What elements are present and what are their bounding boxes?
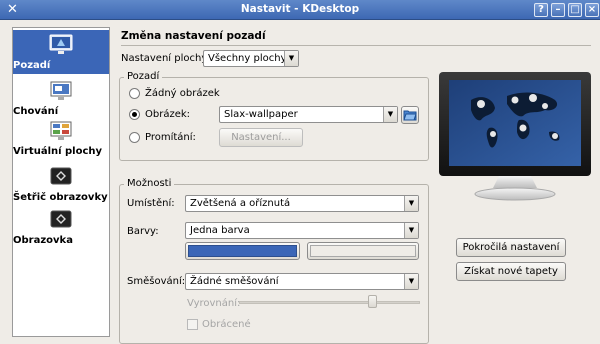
page-title: Změna nastavení pozadí: [121, 30, 266, 42]
image-value: Slax-wallpaper: [224, 109, 298, 120]
position-label: Umístění:: [127, 198, 175, 209]
colors-label: Barvy:: [127, 226, 159, 237]
balance-label: Vyrovnání:: [187, 298, 241, 309]
background-group-title: Pozadí: [124, 71, 163, 82]
blending-value: Žádné směšování: [190, 276, 279, 287]
help-button[interactable]: ?: [534, 3, 548, 17]
colors-select[interactable]: Jedna barva ▼: [185, 222, 419, 239]
sidebar-item-label: Virtuální plochy: [13, 146, 103, 157]
slideshow-label: Promítání:: [145, 132, 196, 143]
advanced-settings-button[interactable]: Pokročilá nastavení: [456, 238, 566, 257]
sidebar-item-pozadi[interactable]: Pozadí: [13, 30, 109, 74]
window-title: Nastavit - KDesktop: [240, 3, 360, 15]
desktop-behavior-icon: [49, 80, 73, 104]
color-2-button[interactable]: [307, 242, 419, 260]
sidebar-item-chovani[interactable]: Chování: [13, 80, 109, 120]
desktop-setting-value: Všechny plochy: [208, 53, 287, 64]
sidebar-item-label: Obrazovka: [13, 235, 73, 246]
balance-slider-handle[interactable]: [368, 295, 377, 308]
no-image-label: Žádný obrázek: [145, 88, 220, 99]
virtual-desktops-icon: [49, 120, 73, 144]
blending-select[interactable]: Žádné směšování ▼: [185, 273, 419, 290]
desktop-setting-select[interactable]: Všechny plochy ▼: [203, 50, 299, 67]
chevron-down-icon: ▼: [383, 107, 397, 122]
desktop-setting-label: Nastavení plochy:: [121, 53, 210, 64]
header-divider: [121, 45, 591, 46]
screensaver-icon: [49, 166, 73, 190]
sidebar-item-virtualni-plochy[interactable]: Virtuální plochy: [13, 120, 109, 160]
no-image-radio[interactable]: [129, 88, 140, 99]
reverse-checkbox[interactable]: [187, 319, 198, 330]
folder-open-icon: [403, 110, 417, 121]
position-value: Zvětšená a oříznutá: [190, 198, 291, 209]
sidebar-item-label: Chování: [13, 106, 59, 117]
image-label: Obrázek:: [145, 109, 191, 120]
sidebar-item-setric-obrazovky[interactable]: Šetřič obrazovky: [13, 166, 109, 206]
colors-value: Jedna barva: [190, 225, 250, 236]
sidebar-item-label: Šetřič obrazovky: [13, 192, 108, 203]
maximize-button[interactable]: □: [568, 3, 582, 17]
minimize-button[interactable]: –: [551, 3, 565, 17]
close-button[interactable]: ×: [585, 3, 599, 17]
blending-label: Směšování:: [127, 276, 186, 287]
color-1-button[interactable]: [185, 242, 300, 260]
title-bar: ✕ Nastavit - KDesktop ? – □ ×: [0, 0, 600, 20]
browse-image-button[interactable]: [401, 106, 419, 124]
sidebar-item-label: Pozadí: [13, 60, 51, 71]
wallpaper-preview-monitor: [437, 70, 593, 204]
display-icon: [49, 209, 73, 233]
chevron-down-icon: ▼: [404, 274, 418, 289]
get-new-wallpapers-button[interactable]: Získat nové tapety: [456, 262, 566, 281]
slideshow-settings-button[interactable]: Nastavení...: [219, 128, 303, 147]
chevron-down-icon: ▼: [284, 51, 298, 66]
chevron-down-icon: ▼: [404, 196, 418, 211]
options-group-title: Možnosti: [124, 178, 175, 189]
color-1-swatch: [188, 245, 297, 257]
reverse-label: Obrácené: [202, 319, 251, 330]
sidebar: Pozadí Chování Virtuální plochy Šetřič o…: [12, 27, 110, 337]
desktop-background-icon: [49, 34, 73, 58]
sidebar-item-obrazovka[interactable]: Obrazovka: [13, 209, 109, 249]
balance-slider-track[interactable]: [239, 301, 420, 304]
image-radio[interactable]: [129, 109, 140, 120]
chevron-down-icon: ▼: [404, 223, 418, 238]
color-2-swatch: [310, 245, 416, 257]
slideshow-radio[interactable]: [129, 132, 140, 143]
position-select[interactable]: Zvětšená a oříznutá ▼: [185, 195, 419, 212]
image-select[interactable]: Slax-wallpaper ▼: [219, 106, 398, 123]
